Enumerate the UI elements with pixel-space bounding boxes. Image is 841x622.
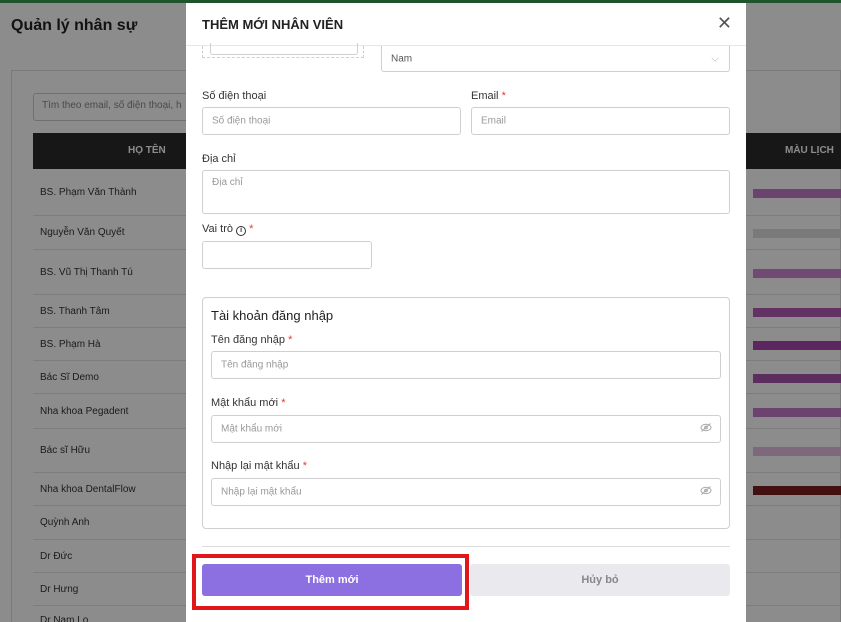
email-input[interactable]: Email — [471, 107, 730, 135]
username-label: Tên đăng nhập * — [211, 334, 293, 346]
add-employee-modal: THÊM MỚI NHÂN VIÊN ✕ Nam ⌵ Số điện thoại… — [186, 3, 746, 622]
login-account-title: Tài khoản đăng nhập — [211, 308, 334, 323]
eye-off-icon[interactable] — [700, 486, 712, 499]
footer-divider — [202, 546, 730, 547]
role-select[interactable] — [202, 241, 372, 269]
email-label: Email * — [471, 90, 506, 102]
address-label: Địa chỉ — [202, 153, 236, 165]
password-input[interactable]: Mật khẩu mới — [211, 415, 721, 443]
modal-title: THÊM MỚI NHÂN VIÊN — [202, 17, 344, 32]
cancel-button[interactable]: Hủy bỏ — [470, 564, 730, 596]
info-icon[interactable]: i — [236, 226, 247, 236]
close-icon[interactable]: ✕ — [717, 14, 732, 32]
eye-off-icon[interactable] — [700, 423, 712, 436]
confirm-password-label: Nhập lại mật khẩu * — [211, 460, 308, 472]
avatar-upload-box[interactable] — [202, 43, 364, 58]
confirm-password-input[interactable]: Nhập lại mật khẩu — [211, 478, 721, 506]
submit-highlight-box — [192, 554, 469, 610]
chevron-down-icon: ⌵ — [711, 53, 719, 64]
address-textarea[interactable]: Địa chỉ — [202, 170, 730, 214]
gender-select[interactable]: Nam ⌵ — [381, 46, 730, 72]
phone-input[interactable]: Số điện thoại — [202, 107, 461, 135]
role-label: Vai trò i * — [202, 223, 254, 236]
username-input[interactable]: Tên đăng nhập — [211, 351, 721, 379]
password-label: Mật khẩu mới * — [211, 397, 286, 409]
phone-label: Số điện thoại — [202, 90, 267, 102]
modal-header: THÊM MỚI NHÂN VIÊN ✕ — [186, 3, 746, 46]
